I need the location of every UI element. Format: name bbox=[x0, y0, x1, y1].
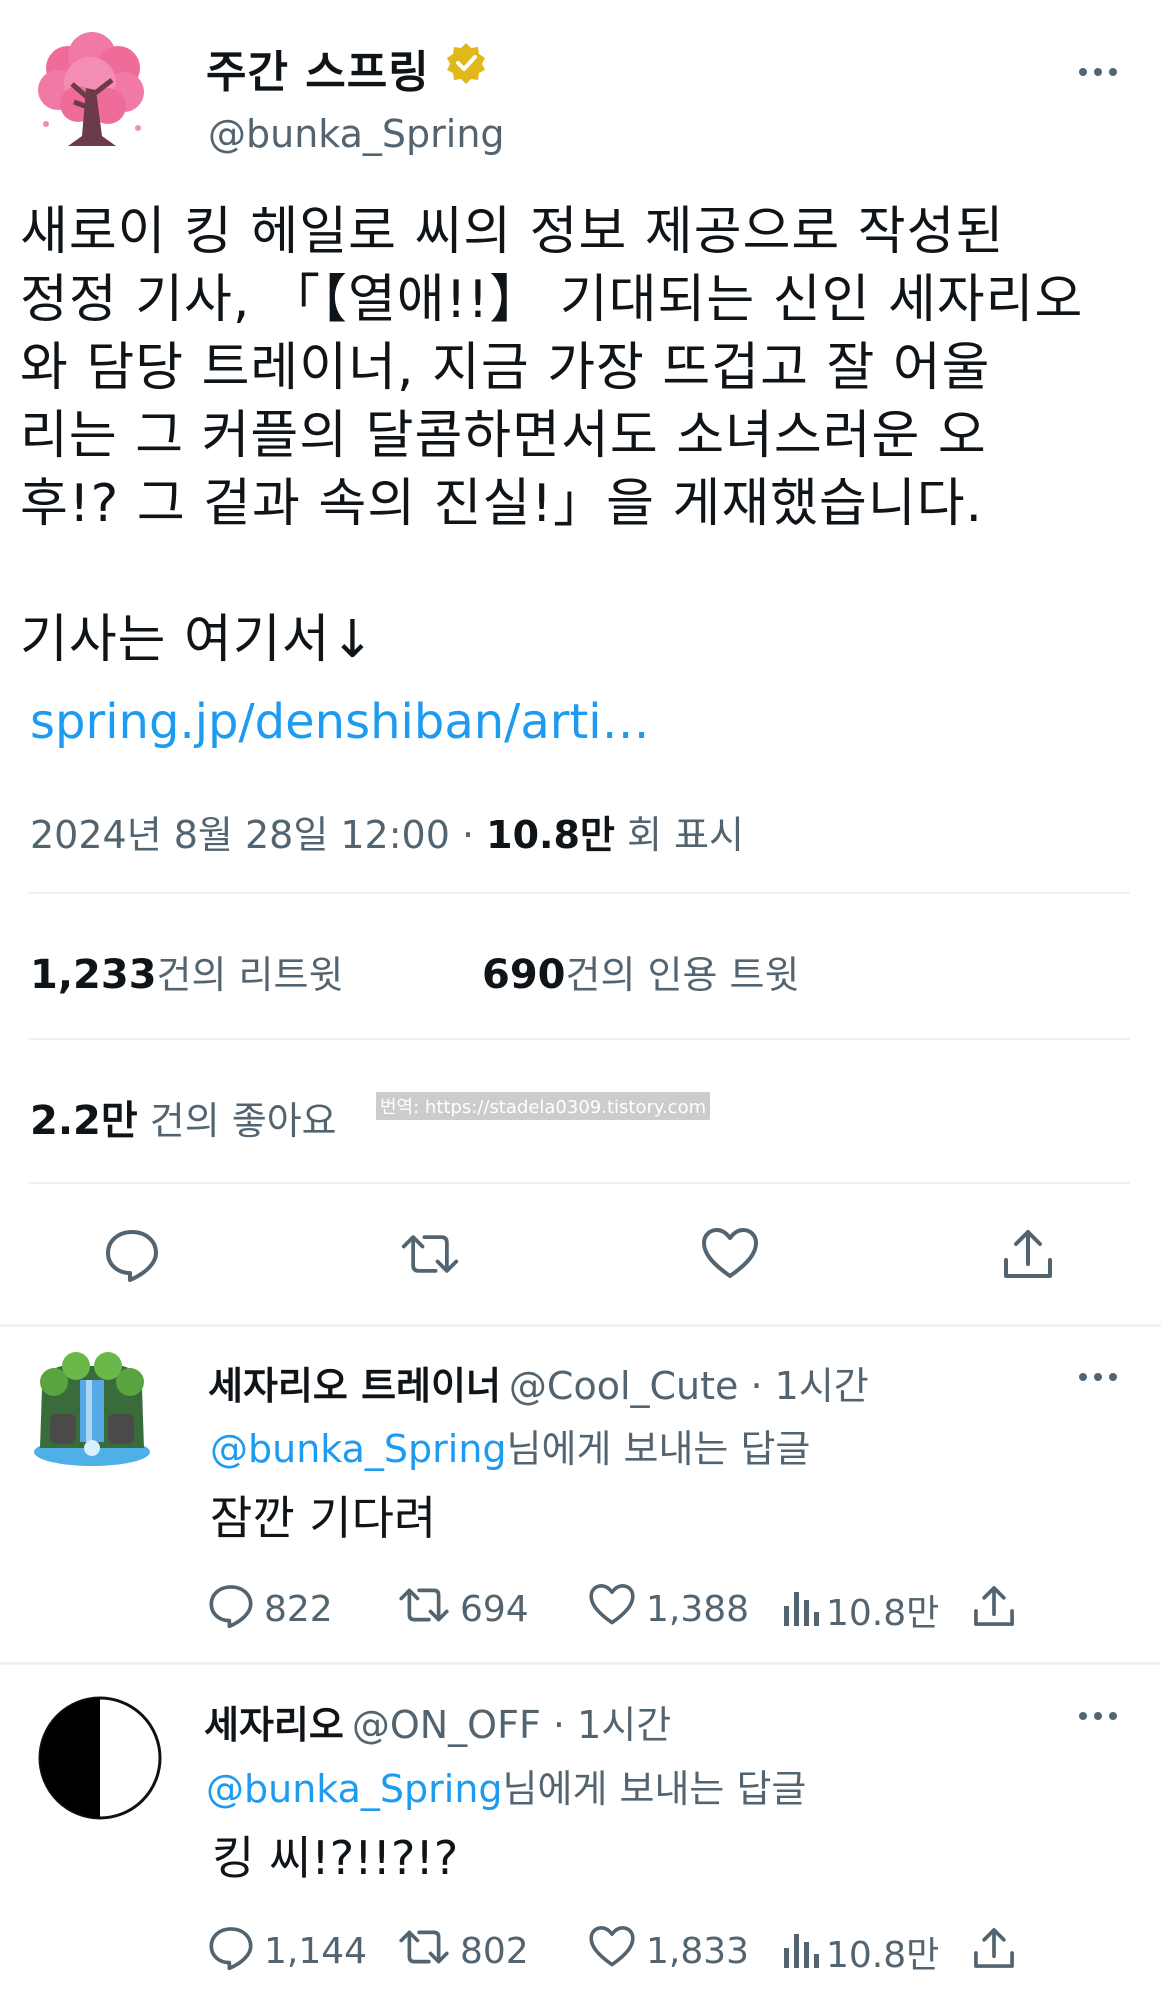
like-stat-label: 건의 좋아요 bbox=[149, 1099, 337, 1143]
divider bbox=[28, 1038, 1130, 1040]
reply-author-name[interactable]: 세자리오 bbox=[204, 1703, 344, 1747]
divider bbox=[28, 892, 1130, 894]
retweet-button[interactable]: 694 bbox=[398, 1582, 529, 1637]
retweet-icon bbox=[398, 1924, 450, 1979]
avatar-main[interactable] bbox=[28, 28, 154, 154]
meta-separator: · bbox=[461, 813, 475, 857]
quote-stat-label: 건의 인용 트윗 bbox=[565, 953, 800, 997]
views-button[interactable]: 10.8만 bbox=[782, 1582, 939, 1637]
reply-button[interactable]: 822 bbox=[208, 1582, 333, 1637]
section-divider bbox=[0, 1662, 1161, 1665]
views-count: 10.8만 bbox=[826, 1592, 940, 1634]
quote-stat[interactable]: 690건의 인용 트윗 bbox=[482, 944, 799, 999]
share-icon[interactable] bbox=[966, 1578, 1022, 1634]
retweet-count: 694 bbox=[460, 1589, 529, 1630]
views-icon bbox=[782, 1582, 822, 1637]
views-icon bbox=[782, 1924, 822, 1979]
tweet-date[interactable]: 2024년 8월 28일 12:00 bbox=[30, 813, 450, 857]
reply-to-suffix: 님에게 보내는 답글 bbox=[502, 1767, 807, 1811]
reply-author-handle[interactable]: @ON_OFF bbox=[352, 1703, 541, 1747]
more-icon[interactable] bbox=[1068, 1357, 1128, 1397]
share-icon[interactable] bbox=[998, 1224, 1058, 1284]
share-icon[interactable] bbox=[966, 1920, 1022, 1976]
tweet-meta: 2024년 8월 28일 12:00 · 10.8만 회 표시 bbox=[30, 804, 744, 859]
reply-author-handle[interactable]: @Cool_Cute bbox=[509, 1364, 738, 1408]
like-button[interactable]: 1,388 bbox=[588, 1582, 749, 1637]
reply-mention[interactable]: @bunka_Spring bbox=[210, 1427, 507, 1471]
reply-icon bbox=[208, 1582, 254, 1637]
like-count: 2.2만 bbox=[30, 1098, 138, 1144]
like-count: 1,833 bbox=[646, 1931, 750, 1972]
reply-icon[interactable] bbox=[102, 1224, 162, 1284]
reply-avatar[interactable] bbox=[38, 1696, 162, 1820]
like-stat[interactable]: 2.2만 건의 좋아요 bbox=[30, 1088, 337, 1146]
reply-button[interactable]: 1,144 bbox=[208, 1924, 367, 1979]
reply-header: 세자리오 트레이너 @Cool_Cute · 1시간 bbox=[208, 1355, 869, 1410]
author-name[interactable]: 주간 스프링 bbox=[206, 36, 488, 100]
reply-avatar[interactable] bbox=[30, 1348, 154, 1472]
view-count: 10.8만 bbox=[486, 813, 615, 857]
translation-watermark: 번역: https://stadela0309.tistory.com bbox=[376, 1092, 711, 1120]
reply-header: 세자리오 @ON_OFF · 1시간 bbox=[204, 1694, 671, 1749]
author-handle[interactable]: @bunka_Spring bbox=[208, 112, 505, 156]
retweet-count: 1,233 bbox=[30, 952, 157, 998]
more-icon[interactable] bbox=[1068, 52, 1128, 92]
retweet-icon bbox=[398, 1582, 450, 1637]
verified-badge-icon bbox=[444, 41, 488, 96]
reply-time[interactable]: · 1시간 bbox=[751, 1364, 869, 1408]
reply-to: @bunka_Spring님에게 보내는 답글 bbox=[206, 1758, 806, 1813]
reply-count: 822 bbox=[264, 1589, 333, 1630]
reply-text: 잠깐 기다려 bbox=[210, 1491, 437, 1545]
retweet-stat-label: 건의 리트윗 bbox=[156, 953, 344, 997]
reply-text: 킹 씨!?!!?!? bbox=[212, 1831, 459, 1885]
tweet-text: 새로이 킹 헤일로 씨의 정보 제공으로 작성된 정정 기사, 「【열애!!】 … bbox=[20, 202, 1084, 670]
reply-mention[interactable]: @bunka_Spring bbox=[206, 1767, 503, 1811]
like-button[interactable]: 1,833 bbox=[588, 1924, 749, 1979]
like-count: 1,388 bbox=[646, 1589, 750, 1630]
retweet-icon[interactable] bbox=[400, 1224, 460, 1284]
view-suffix: 회 표시 bbox=[626, 813, 744, 857]
retweet-stat[interactable]: 1,233건의 리트윗 bbox=[30, 944, 343, 999]
like-icon bbox=[588, 1582, 636, 1637]
retweet-button[interactable]: 802 bbox=[398, 1924, 529, 1979]
reply-to-suffix: 님에게 보내는 답글 bbox=[506, 1427, 811, 1471]
author-display-name[interactable]: 주간 스프링 bbox=[206, 36, 430, 100]
views-count: 10.8만 bbox=[826, 1934, 940, 1976]
retweet-count: 802 bbox=[460, 1931, 529, 1972]
views-button[interactable]: 10.8만 bbox=[782, 1924, 939, 1979]
reply-to: @bunka_Spring님에게 보내는 답글 bbox=[210, 1418, 810, 1473]
section-divider bbox=[0, 1324, 1161, 1327]
quote-count: 690 bbox=[482, 952, 566, 998]
reply-author-name[interactable]: 세자리오 트레이너 bbox=[208, 1364, 501, 1408]
more-icon[interactable] bbox=[1068, 1696, 1128, 1736]
article-link[interactable]: spring.jp/denshiban/arti… bbox=[30, 694, 650, 750]
reply-icon bbox=[208, 1924, 254, 1979]
like-icon bbox=[588, 1924, 636, 1979]
like-icon[interactable] bbox=[700, 1224, 760, 1284]
reply-time[interactable]: · 1시간 bbox=[553, 1703, 671, 1747]
reply-count: 1,144 bbox=[264, 1931, 368, 1972]
divider bbox=[28, 1182, 1130, 1184]
